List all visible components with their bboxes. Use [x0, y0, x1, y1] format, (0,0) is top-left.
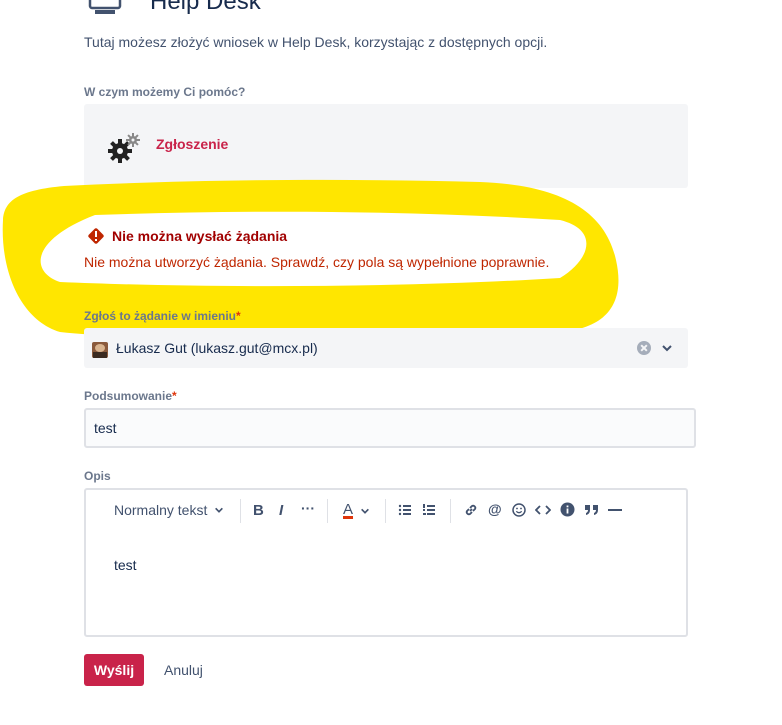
page-intro: Tutaj możesz złożyć wniosek w Help Desk,…: [84, 34, 548, 50]
page-title: Help Desk: [150, 0, 261, 15]
on-behalf-value: Łukasz Gut (lukasz.gut@mcx.pl): [116, 340, 318, 356]
chevron-down-icon[interactable]: [661, 342, 673, 354]
text-style-dropdown[interactable]: Normalny tekst: [114, 502, 224, 518]
request-type-label: W czym możemy Ci pomóc?: [84, 85, 246, 99]
avatar: [92, 342, 108, 358]
info-icon[interactable]: [560, 502, 575, 517]
summary-label: Podsumowanie*: [84, 389, 177, 403]
italic-button[interactable]: I: [279, 502, 283, 519]
description-label: Opis: [84, 469, 111, 483]
submit-button[interactable]: Wyślij: [84, 654, 144, 686]
required-marker: *: [172, 389, 177, 403]
on-behalf-label: Zgłoś to żądanie w imieniu*: [84, 309, 241, 323]
on-behalf-label-text: Zgłoś to żądanie w imieniu: [84, 309, 237, 323]
error-message: Nie można utworzyć żądania. Sprawdź, czy…: [84, 254, 550, 270]
summary-input[interactable]: [84, 408, 696, 448]
link-icon[interactable]: [464, 503, 478, 517]
error-title: Nie można wysłać żądania: [112, 228, 288, 244]
bold-button[interactable]: B: [253, 502, 264, 519]
divider-icon[interactable]: [607, 503, 623, 517]
text-style-label: Normalny tekst: [114, 502, 208, 518]
more-formatting-button[interactable]: ···: [301, 500, 315, 516]
numbered-list-icon[interactable]: [422, 503, 436, 517]
description-text: test: [114, 557, 137, 573]
help-desk-icon: [88, 0, 122, 14]
cancel-button[interactable]: Anuluj: [164, 654, 203, 686]
mention-button[interactable]: @: [488, 501, 502, 517]
chevron-down-icon[interactable]: [360, 506, 370, 516]
request-type-name[interactable]: Zgłoszenie: [156, 136, 228, 152]
error-icon: [88, 228, 104, 244]
code-icon[interactable]: [535, 503, 551, 517]
emoji-icon[interactable]: [512, 503, 526, 517]
clear-icon[interactable]: [637, 341, 651, 355]
bullet-list-icon[interactable]: [398, 503, 412, 517]
quote-icon[interactable]: [584, 503, 600, 517]
required-marker: *: [236, 309, 241, 323]
summary-label-text: Podsumowanie: [84, 389, 173, 403]
text-color-button[interactable]: A: [343, 501, 353, 518]
chevron-down-icon: [215, 507, 224, 513]
